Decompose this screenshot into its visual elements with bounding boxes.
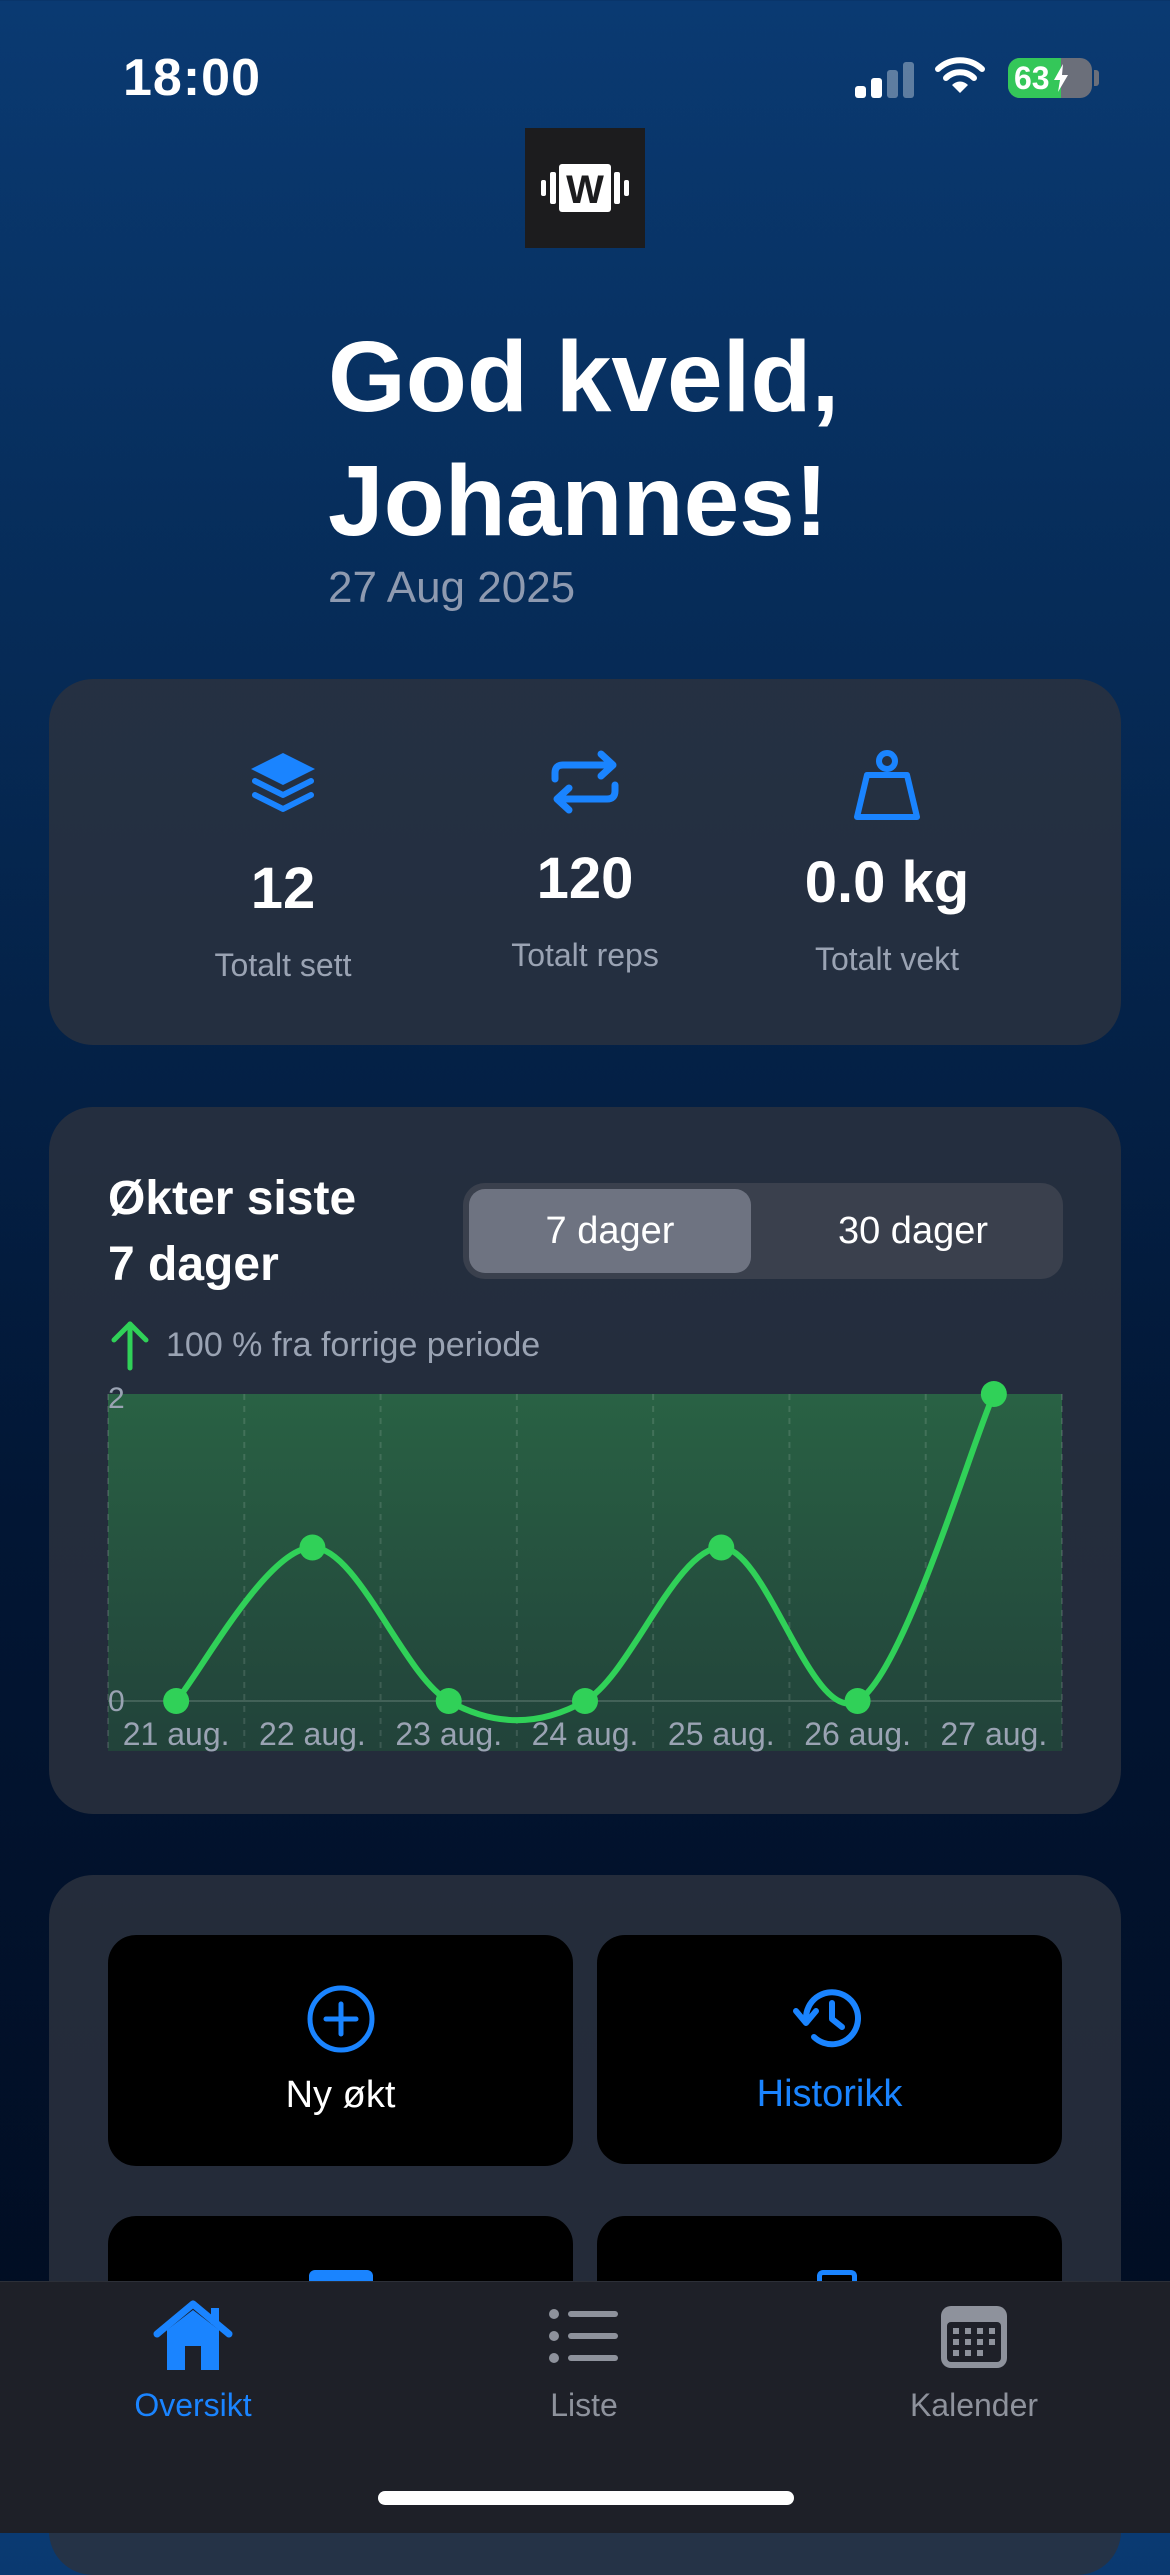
tab-label: Kalender bbox=[909, 2387, 1039, 2423]
greeting-line-2: Johannes! bbox=[328, 445, 829, 557]
chart-title: Økter siste 7 dager bbox=[108, 1166, 438, 1298]
tab-liste[interactable]: Liste bbox=[454, 2298, 714, 2424]
current-date: 27 Aug 2025 bbox=[328, 563, 576, 612]
list-icon bbox=[549, 2309, 618, 2363]
trend-text: 100 % fra forrige periode bbox=[166, 1325, 541, 1364]
battery-percent-text: 63 bbox=[1014, 59, 1050, 96]
tab-oversikt[interactable]: Oversikt bbox=[63, 2298, 323, 2424]
greeting-heading: God kveld, Johannes! bbox=[328, 315, 1088, 563]
stat-value: 120 bbox=[536, 846, 634, 911]
home-indicator bbox=[378, 2491, 794, 2505]
history-button[interactable]: Historikk bbox=[597, 1935, 1062, 2164]
battery-nub bbox=[1094, 70, 1099, 86]
status-time: 18:00 bbox=[123, 49, 261, 107]
dumbbell-logo-icon: W bbox=[541, 164, 629, 212]
trend-indicator: 100 % fra forrige periode bbox=[108, 1318, 540, 1372]
battery-indicator: 63 bbox=[1008, 58, 1092, 98]
greeting-line-1: God kveld, bbox=[328, 321, 840, 433]
stat-value: 0.0 kg bbox=[804, 850, 970, 915]
stat-value: 12 bbox=[250, 856, 316, 921]
layers-icon bbox=[247, 749, 319, 830]
tab-label: Liste bbox=[550, 2387, 618, 2423]
new-workout-label: Ny økt bbox=[285, 2074, 396, 2116]
tab-label: Oversikt bbox=[134, 2387, 252, 2423]
tab-kalender[interactable]: Kalender bbox=[844, 2298, 1104, 2424]
repeat-icon bbox=[547, 749, 623, 820]
cellular-signal-icon bbox=[855, 58, 915, 98]
svg-text:W: W bbox=[566, 168, 604, 212]
charging-bolt-icon bbox=[1053, 64, 1068, 92]
period-segmented-control: 7 dager 30 dager bbox=[463, 1183, 1063, 1279]
calendar-icon bbox=[941, 2306, 1007, 2368]
history-icon bbox=[792, 1989, 861, 2048]
battery-percent: 63 bbox=[1008, 58, 1092, 98]
stats-card: 12 Totalt sett 120 Totalt reps 0.0 kg To… bbox=[49, 679, 1121, 1045]
chart-title-line-1: Økter siste bbox=[108, 1172, 357, 1225]
home-icon bbox=[153, 2300, 233, 2370]
segment-7-days[interactable]: 7 dager bbox=[469, 1189, 751, 1273]
app-logo: W bbox=[525, 128, 645, 248]
weight-icon bbox=[851, 747, 923, 828]
segment-30-days[interactable]: 30 dager bbox=[769, 1189, 1057, 1273]
stat-label: Totalt sett bbox=[214, 947, 352, 983]
plus-circle-icon bbox=[307, 1985, 374, 2053]
history-label: Historikk bbox=[756, 2073, 903, 2115]
new-workout-button[interactable]: Ny økt bbox=[108, 1935, 573, 2166]
chart-title-line-2: 7 dager bbox=[108, 1238, 279, 1291]
stat-label: Totalt reps bbox=[511, 937, 659, 973]
arrow-up-icon bbox=[111, 1321, 149, 1371]
wifi-icon bbox=[935, 55, 985, 97]
stat-label: Totalt vekt bbox=[814, 941, 960, 977]
